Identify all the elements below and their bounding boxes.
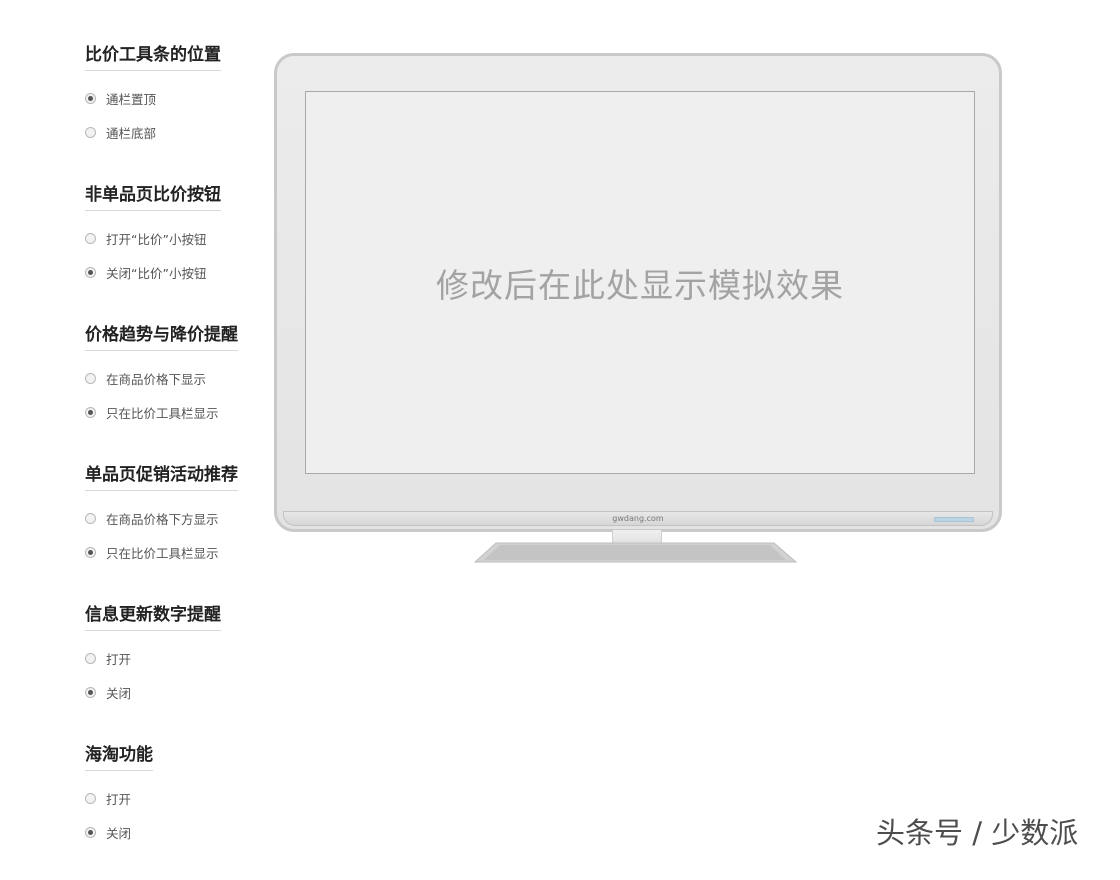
section-price-trend: 价格趋势与降价提醒 在商品价格下显示 只在比价工具栏显示	[85, 320, 265, 460]
radio-button[interactable]	[85, 546, 96, 558]
option-price-trend-toolbar[interactable]: 只在比价工具栏显示	[85, 395, 265, 429]
preview-screen: 修改后在此处显示模拟效果	[305, 91, 975, 474]
monitor-bezel: gwdang.com	[283, 511, 993, 526]
option-haitao-off[interactable]: 关闭	[85, 815, 265, 849]
option-label: 关闭	[106, 825, 132, 841]
option-label: 通栏置顶	[106, 91, 157, 107]
option-label: 打开“比价”小按钮	[106, 231, 207, 247]
section-title: 非单品页比价按钮	[85, 180, 221, 211]
option-haitao-on[interactable]: 打开	[85, 781, 265, 815]
option-toolbar-bottom[interactable]: 通栏底部	[85, 115, 265, 149]
power-indicator-icon	[934, 517, 974, 522]
option-promotion-toolbar[interactable]: 只在比价工具栏显示	[85, 535, 265, 569]
watermark: 头条号 / 少数派	[876, 816, 1079, 850]
option-label: 打开	[106, 651, 132, 667]
option-label: 关闭“比价”小按钮	[106, 265, 207, 281]
section-toolbar-position: 比价工具条的位置 通栏置顶 通栏底部	[85, 40, 265, 180]
option-label: 在商品价格下显示	[106, 371, 207, 387]
section-title: 价格趋势与降价提醒	[85, 320, 238, 351]
option-label: 打开	[106, 791, 132, 807]
brand-label: gwdang.com	[612, 514, 664, 523]
radio-button[interactable]	[85, 406, 96, 418]
section-compare-button: 非单品页比价按钮 打开“比价”小按钮 关闭“比价”小按钮	[85, 180, 265, 320]
radio-button[interactable]	[85, 512, 96, 524]
settings-panel: 比价工具条的位置 通栏置顶 通栏底部 非单品页比价按钮 打开“比价”小按钮 关闭…	[85, 40, 265, 880]
option-label: 只在比价工具栏显示	[106, 405, 219, 421]
section-promotion: 单品页促销活动推荐 在商品价格下方显示 只在比价工具栏显示	[85, 460, 265, 600]
option-label: 只在比价工具栏显示	[106, 545, 219, 561]
radio-button[interactable]	[85, 92, 96, 104]
section-update-badge: 信息更新数字提醒 打开 关闭	[85, 600, 265, 740]
monitor-stand-icon	[474, 542, 798, 563]
radio-button[interactable]	[85, 652, 96, 664]
radio-button[interactable]	[85, 126, 96, 138]
option-compare-button-off[interactable]: 关闭“比价”小按钮	[85, 255, 265, 289]
section-haitao: 海淘功能 打开 关闭	[85, 740, 265, 880]
radio-button[interactable]	[85, 686, 96, 698]
section-title: 单品页促销活动推荐	[85, 460, 238, 491]
radio-button[interactable]	[85, 372, 96, 384]
section-title: 比价工具条的位置	[85, 40, 221, 71]
option-promotion-below[interactable]: 在商品价格下方显示	[85, 501, 265, 535]
option-label: 通栏底部	[106, 125, 157, 141]
option-price-trend-below[interactable]: 在商品价格下显示	[85, 361, 265, 395]
section-title: 海淘功能	[85, 740, 153, 771]
section-title: 信息更新数字提醒	[85, 600, 221, 631]
radio-button[interactable]	[85, 232, 96, 244]
radio-button[interactable]	[85, 266, 96, 278]
radio-button[interactable]	[85, 792, 96, 804]
option-label: 关闭	[106, 685, 132, 701]
radio-button[interactable]	[85, 826, 96, 838]
option-compare-button-on[interactable]: 打开“比价”小按钮	[85, 221, 265, 255]
option-update-badge-on[interactable]: 打开	[85, 641, 265, 675]
option-label: 在商品价格下方显示	[106, 511, 219, 527]
monitor-preview: 修改后在此处显示模拟效果 gwdang.com	[274, 53, 1002, 532]
preview-placeholder-text: 修改后在此处显示模拟效果	[436, 265, 844, 305]
option-update-badge-off[interactable]: 关闭	[85, 675, 265, 709]
option-toolbar-top[interactable]: 通栏置顶	[85, 81, 265, 115]
